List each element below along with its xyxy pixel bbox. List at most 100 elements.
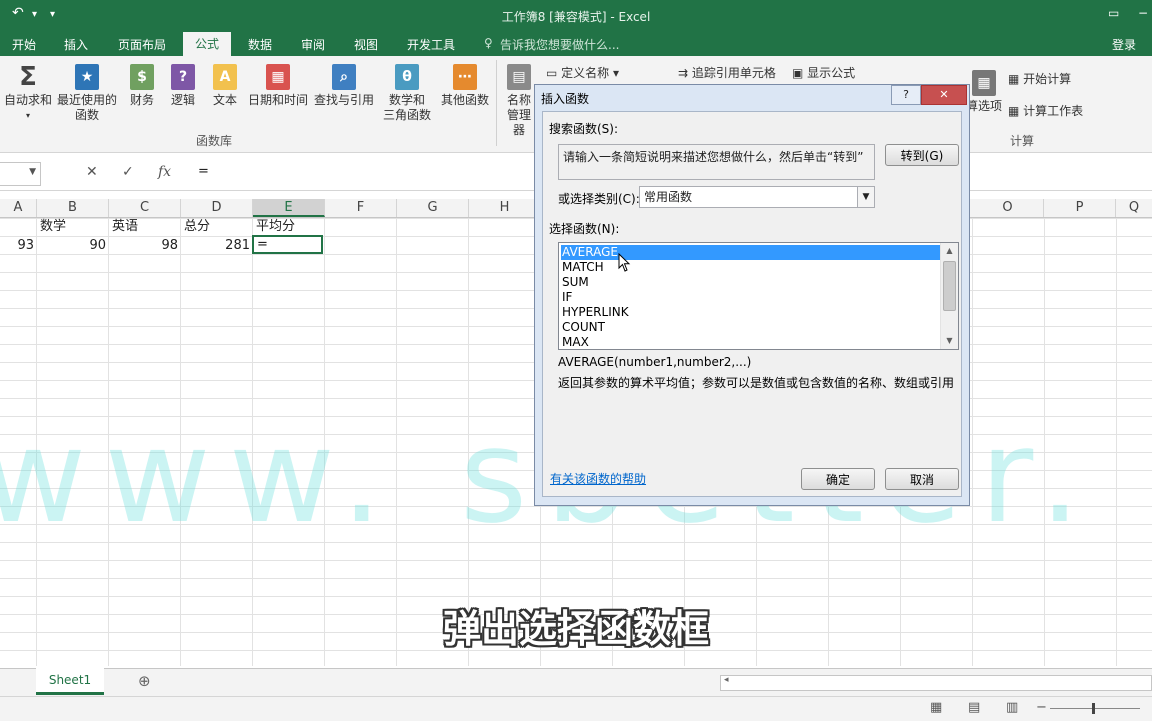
cell-b2[interactable]: 90 [38,237,106,255]
active-cell-value: = [257,237,268,252]
name-manager-label-2: 管理器 [506,108,531,137]
zoom-slider-thumb[interactable] [1092,703,1095,714]
define-name-button[interactable]: ▭ 定义名称 ▾ [546,64,619,81]
cell-d2[interactable]: 281 [182,237,250,255]
more-functions-button[interactable]: ⋯ 其他函数 [438,60,492,108]
page-break-view-icon[interactable]: ▥ [1006,700,1018,715]
lookup-label: 查找与引用 [313,93,374,107]
cell-c2[interactable]: 98 [110,237,178,255]
name-tag-icon: ▤ [507,64,531,90]
cell-e1[interactable]: 平均分 [256,218,295,236]
dialog-close-button[interactable]: ✕ [921,85,967,105]
more-functions-icon: ⋯ [453,64,477,90]
tab-insert[interactable]: 插入 [64,36,88,53]
show-formulas-icon: ▣ [792,66,808,80]
cell-b1[interactable]: 数学 [40,218,66,236]
function-item-max[interactable]: MAX [561,335,942,350]
lookup-button[interactable]: ⌕ 查找与引用 [312,60,376,108]
math-trig-button[interactable]: θ 数学和 三角函数 [378,60,436,123]
function-signature: AVERAGE(number1,number2,...) [558,355,752,369]
ok-button[interactable]: 确定 [801,468,875,490]
col-header-p[interactable]: P [1044,199,1116,217]
add-sheet-icon[interactable]: ⊕ [138,672,151,690]
cancel-formula-icon[interactable]: ✕ [86,164,98,180]
scrollbar-thumb[interactable] [943,261,956,311]
col-header-q[interactable]: Q [1116,199,1152,217]
col-header-c[interactable]: C [109,199,181,217]
col-header-o[interactable]: O [972,199,1044,217]
cancel-button[interactable]: 取消 [885,468,959,490]
minimize-button[interactable]: − [1138,6,1148,20]
cell-c1[interactable]: 英语 [112,218,138,236]
category-select[interactable]: 常用函数 ▼ [639,186,875,208]
cell-a2[interactable]: 93 [0,237,34,255]
goto-button[interactable]: 转到(G) [885,144,959,166]
zoom-out-icon[interactable]: − [1036,700,1047,715]
tell-me-search[interactable]: 告诉我您想要做什么... [500,36,619,53]
col-header-h[interactable]: H [469,199,541,217]
enter-formula-icon[interactable]: ✓ [122,164,134,180]
col-header-e[interactable]: E [253,199,325,217]
col-header-f[interactable]: F [325,199,397,217]
dialog-help-button[interactable]: ? [891,85,921,105]
tab-view[interactable]: 视图 [354,36,378,53]
function-item-hyperlink[interactable]: HYPERLINK [561,305,942,320]
insert-function-icon[interactable]: fx [158,164,171,180]
function-item-count[interactable]: COUNT [561,320,942,335]
col-header-a[interactable]: A [0,199,37,217]
function-item-if[interactable]: IF [561,290,942,305]
normal-view-icon[interactable]: ▦ [930,700,942,715]
calculate-sheet-button[interactable]: ▦ 计算工作表 [1008,102,1083,119]
ribbon-display-icon[interactable]: ▭ [1108,6,1119,20]
col-header-b[interactable]: B [37,199,109,217]
name-manager-button[interactable]: ▤ 名称 管理器 [502,60,536,138]
function-help-link[interactable]: 有关该函数的帮助 [550,470,646,487]
function-item-sum[interactable]: SUM [561,275,942,290]
status-bar: ▦ ▤ ▥ − [0,696,1152,721]
name-box[interactable]: ▼ [0,162,41,186]
cell-d1[interactable]: 总分 [184,218,210,236]
math-label: 数学和 [388,93,425,107]
scroll-left-icon[interactable]: ◂ [724,675,729,685]
tab-page-layout[interactable]: 页面布局 [118,36,166,53]
dialog-title: 插入函数 [541,92,590,106]
function-list-scrollbar[interactable]: ▲ ▼ [940,243,958,349]
financial-button[interactable]: $ 财务 [124,60,160,108]
trace-precedents-button[interactable]: ⇉ 追踪引用单元格 [678,64,776,81]
mouse-cursor-icon [618,253,631,272]
show-formulas-button[interactable]: ▣ 显示公式 [792,64,855,81]
tell-me-icon[interactable]: ♀ [484,36,493,50]
search-function-input[interactable]: 请输入一条简短说明来描述您想做什么，然后单击“转到” [558,144,875,180]
name-box-dropdown-icon[interactable]: ▼ [29,167,36,177]
scroll-down-icon[interactable]: ▼ [941,333,958,349]
calc-options-button[interactable]: ▦ 算选项 [966,66,1002,114]
chevron-down-icon[interactable]: ▼ [857,187,874,207]
calculate-now-button[interactable]: ▦ 开始计算 [1008,70,1071,87]
zoom-slider[interactable] [1050,708,1140,709]
scroll-up-icon[interactable]: ▲ [941,243,958,259]
logical-label: 逻辑 [170,93,195,107]
title-bar: ↶ ▾ ▾ 工作簿8 [兼容模式] - Excel ▭ − [0,0,1152,32]
text-button[interactable]: A 文本 [208,60,242,108]
name-manager-label: 名称 [506,93,531,107]
formula-input[interactable]: = [198,164,209,179]
trace-icon: ⇉ [678,66,692,80]
tab-formulas[interactable]: 公式 [183,32,232,56]
tab-home[interactable]: 开始 [12,36,36,53]
autosum-button[interactable]: Σ 自动求和 ▾ [4,60,52,123]
tab-review[interactable]: 审阅 [301,36,325,53]
login-link[interactable]: 登录 [1112,36,1136,53]
magnifier-book-icon: ⌕ [332,64,356,90]
calc-sheet-icon: ▦ [1008,104,1024,118]
logical-button[interactable]: ? 逻辑 [166,60,200,108]
horizontal-scrollbar[interactable]: ◂ [720,675,1152,691]
col-header-g[interactable]: G [397,199,469,217]
tab-data[interactable]: 数据 [248,36,272,53]
datetime-button[interactable]: ▦ 日期和时间 [246,60,310,108]
sheet-tab-sheet1[interactable]: Sheet1 [36,668,104,695]
recently-used-button[interactable]: ★ 最近使用的 函数 [56,60,118,123]
tab-developer[interactable]: 开发工具 [407,36,455,53]
page-layout-view-icon[interactable]: ▤ [968,700,980,715]
active-cell-e2[interactable]: = [252,235,323,254]
col-header-d[interactable]: D [181,199,253,217]
